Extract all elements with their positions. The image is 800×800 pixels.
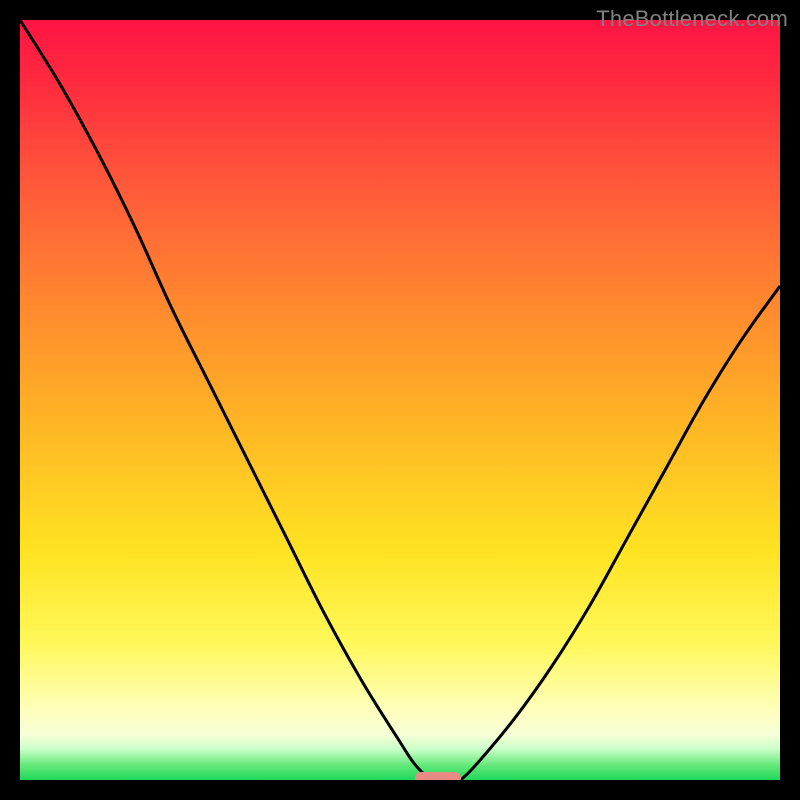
minimum-marker xyxy=(415,772,461,780)
watermark-text: TheBottleneck.com xyxy=(596,6,788,32)
chart-container: TheBottleneck.com xyxy=(0,0,800,800)
plot-area xyxy=(20,20,780,780)
curve-right-branch xyxy=(461,286,780,780)
bottleneck-curve xyxy=(20,20,780,780)
curve-left-branch xyxy=(20,20,430,780)
